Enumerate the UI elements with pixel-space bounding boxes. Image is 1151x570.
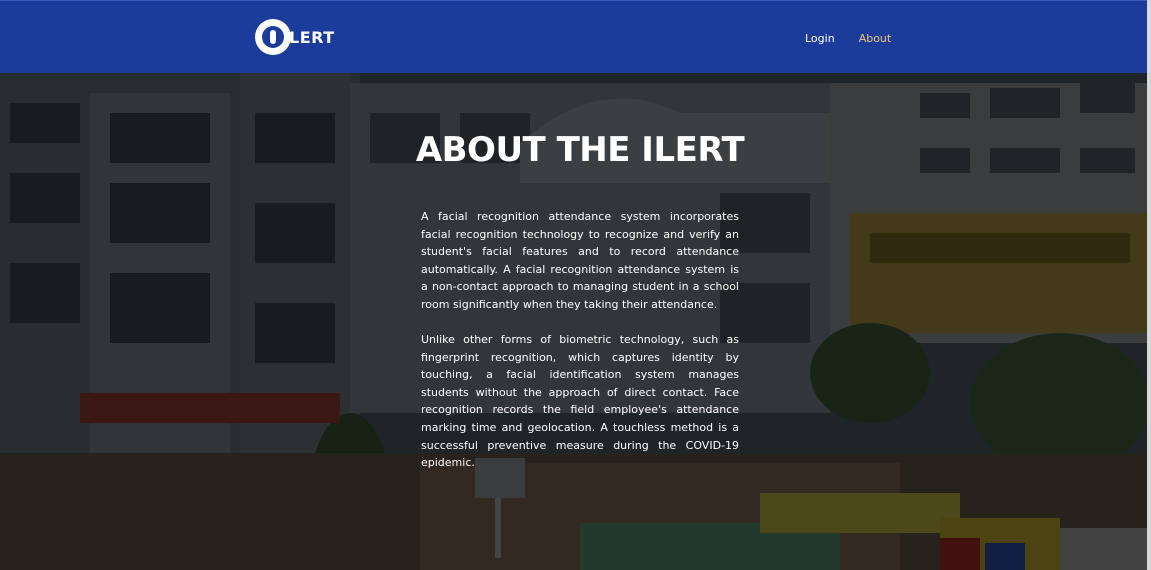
brand-logo[interactable]: LERT bbox=[255, 19, 335, 55]
page: LERT Login About ABOUT THE ILERT A facia… bbox=[0, 0, 1151, 570]
window-scrollbar[interactable] bbox=[1147, 0, 1151, 570]
nav-links: Login About bbox=[805, 32, 891, 45]
navbar: LERT Login About bbox=[0, 0, 1147, 73]
ilert-logo-icon bbox=[255, 19, 291, 55]
brand-text: LERT bbox=[289, 27, 335, 47]
about-paragraph: A facial recognition attendance system i… bbox=[421, 210, 739, 311]
nav-link-login[interactable]: Login bbox=[805, 32, 835, 45]
nav-link-about[interactable]: About bbox=[859, 32, 892, 45]
page-title: ABOUT THE ILERT bbox=[415, 130, 745, 170]
about-paragraph: Unlike other forms of biometric technolo… bbox=[421, 333, 739, 470]
